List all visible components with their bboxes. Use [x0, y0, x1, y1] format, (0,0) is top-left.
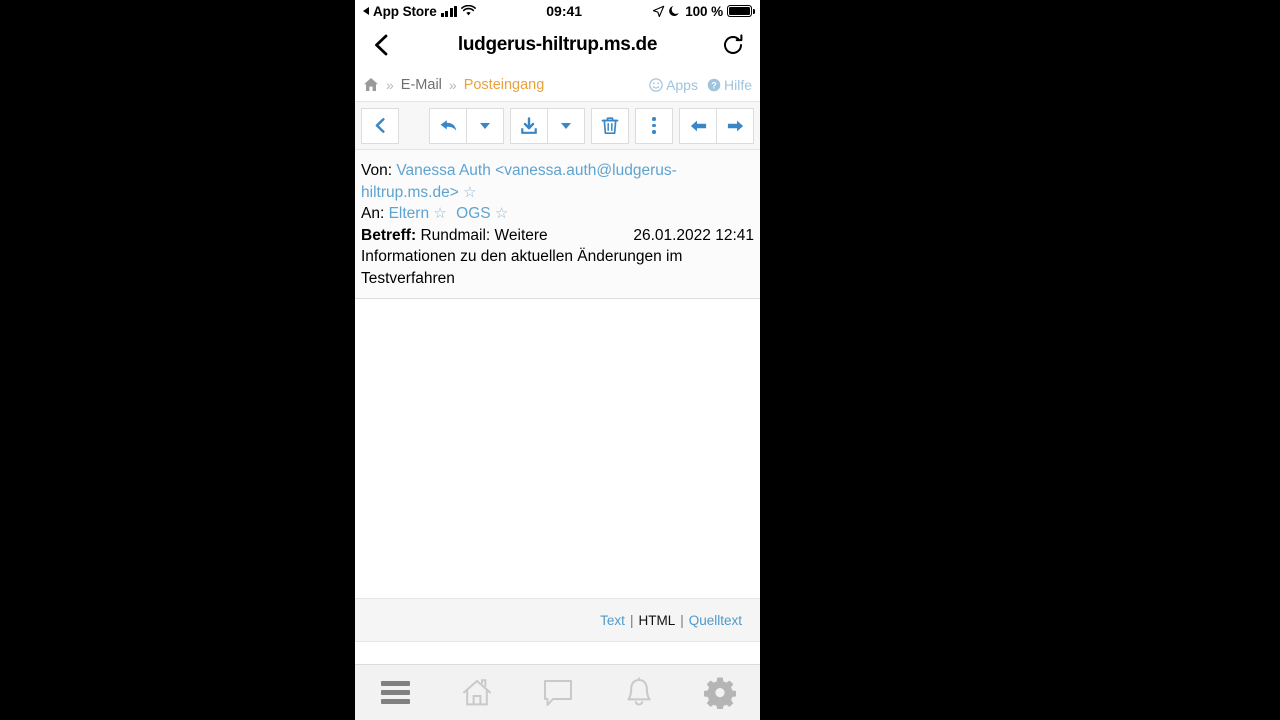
format-separator-1: | [629, 612, 634, 628]
letterbox-left [0, 0, 355, 720]
toolbar-group-nav [679, 107, 754, 144]
breadcrumb: » E-Mail » Posteingang Apps ? Hilfe [355, 68, 760, 102]
more-button[interactable] [635, 107, 673, 144]
status-bar-back-app-label[interactable]: App Store [373, 4, 437, 19]
battery-icon [727, 5, 755, 17]
toolbar-group-more [635, 107, 673, 144]
next-mail-button[interactable] [716, 107, 754, 144]
caret-down-icon [480, 122, 490, 129]
mail-subject-row: 26.01.2022 12:41 Betreff: Rundmail: Weit… [361, 225, 754, 290]
toolbar-group-back [361, 107, 399, 144]
hamburger-icon [381, 681, 410, 704]
mail-header: Von: Vanessa Auth <vanessa.auth@ludgerus… [355, 150, 760, 299]
mail-body[interactable] [355, 299, 760, 598]
format-option-html[interactable]: HTML [638, 613, 675, 628]
mail-to-recipient-eltern[interactable]: Eltern [389, 205, 430, 222]
battery-percent-label: 100 % [685, 3, 723, 19]
mail-to-star-icon-2[interactable]: ☆ [495, 205, 508, 222]
mail-date: 26.01.2022 12:41 [633, 226, 754, 244]
toolbar-group-delete [591, 107, 629, 144]
help-link[interactable]: ? Hilfe [707, 77, 752, 93]
ios-status-bar: App Store 09:41 100 % [355, 0, 760, 22]
status-bar-right: 100 % [652, 3, 755, 19]
browser-url-bar: ludgerus-hiltrup.ms.de [355, 22, 760, 68]
toolbar-group-download [510, 107, 585, 144]
speech-bubble-icon [542, 678, 574, 708]
browser-back-button[interactable] [369, 32, 395, 58]
letterbox-right [760, 0, 1280, 720]
page-title[interactable]: ludgerus-hiltrup.ms.de [395, 34, 720, 56]
vertical-dots-icon [652, 117, 656, 134]
svg-text:?: ? [711, 80, 717, 90]
previous-mail-button[interactable] [679, 107, 717, 144]
format-option-text[interactable]: Text [600, 613, 625, 628]
app-bottom-nav [355, 664, 760, 720]
phone-viewport: App Store 09:41 100 % ludgerus-hiltrup.m… [355, 0, 760, 720]
mail-to-row: An: Eltern ☆ OGS ☆ [361, 203, 754, 225]
toolbar-group-reply [429, 107, 504, 144]
house-icon [460, 677, 494, 709]
question-circle-icon: ? [707, 78, 721, 92]
format-option-quelltext[interactable]: Quelltext [689, 613, 742, 628]
home-icon[interactable] [363, 77, 379, 92]
mail-from-label: Von: [361, 162, 393, 179]
format-bar-padding [355, 642, 760, 664]
reload-button[interactable] [720, 32, 746, 58]
delete-button[interactable] [591, 107, 629, 144]
reply-button[interactable] [429, 107, 467, 144]
apps-label: Apps [666, 76, 698, 93]
breadcrumb-item-posteingang[interactable]: Posteingang [464, 77, 545, 93]
mail-to-label: An: [361, 205, 385, 222]
breadcrumb-separator-2: » [448, 76, 457, 93]
mail-to-recipient-ogs[interactable]: OGS [456, 205, 490, 222]
caret-down-icon [561, 122, 571, 129]
breadcrumb-item-email[interactable]: E-Mail [401, 77, 442, 93]
download-options-button[interactable] [547, 107, 585, 144]
help-label: Hilfe [723, 76, 752, 93]
breadcrumb-trail: » E-Mail » Posteingang [363, 77, 649, 93]
download-button[interactable] [510, 107, 548, 144]
screen: App Store 09:41 100 % ludgerus-hiltrup.m… [0, 0, 1280, 720]
status-bar-clock: 09:41 [546, 3, 583, 19]
mail-subject-label: Betreff: [361, 226, 417, 244]
reply-options-button[interactable] [466, 107, 504, 144]
format-separator-2: | [680, 612, 684, 628]
mail-from-row: Von: Vanessa Auth <vanessa.auth@ludgerus… [361, 160, 754, 203]
notifications-nav-button[interactable] [598, 665, 679, 720]
back-triangle-icon[interactable] [363, 7, 369, 15]
mail-toolbar [355, 102, 760, 150]
wifi-icon [461, 5, 477, 17]
breadcrumb-separator-1: » [386, 76, 394, 93]
breadcrumb-actions: Apps ? Hilfe [649, 77, 752, 93]
messages-nav-button[interactable] [517, 665, 598, 720]
status-bar-left: App Store [363, 4, 477, 19]
smiley-icon [649, 77, 663, 92]
menu-nav-button[interactable] [355, 665, 436, 720]
home-nav-button[interactable] [436, 665, 517, 720]
mail-to-star-icon-1[interactable]: ☆ [433, 205, 446, 222]
settings-nav-button[interactable] [679, 665, 760, 720]
location-arrow-icon [652, 5, 665, 18]
back-to-list-button[interactable] [361, 107, 399, 144]
gear-icon [703, 677, 736, 709]
moon-icon [669, 5, 681, 17]
mail-format-bar: Text | HTML | Quelltext [355, 598, 760, 642]
apps-link[interactable]: Apps [649, 77, 698, 93]
mail-from-star-icon[interactable]: ☆ [463, 184, 476, 201]
signal-bars-icon [440, 5, 458, 17]
mail-from-value[interactable]: Vanessa Auth <vanessa.auth@ludgerus-hilt… [361, 162, 677, 201]
bell-icon [624, 676, 654, 709]
